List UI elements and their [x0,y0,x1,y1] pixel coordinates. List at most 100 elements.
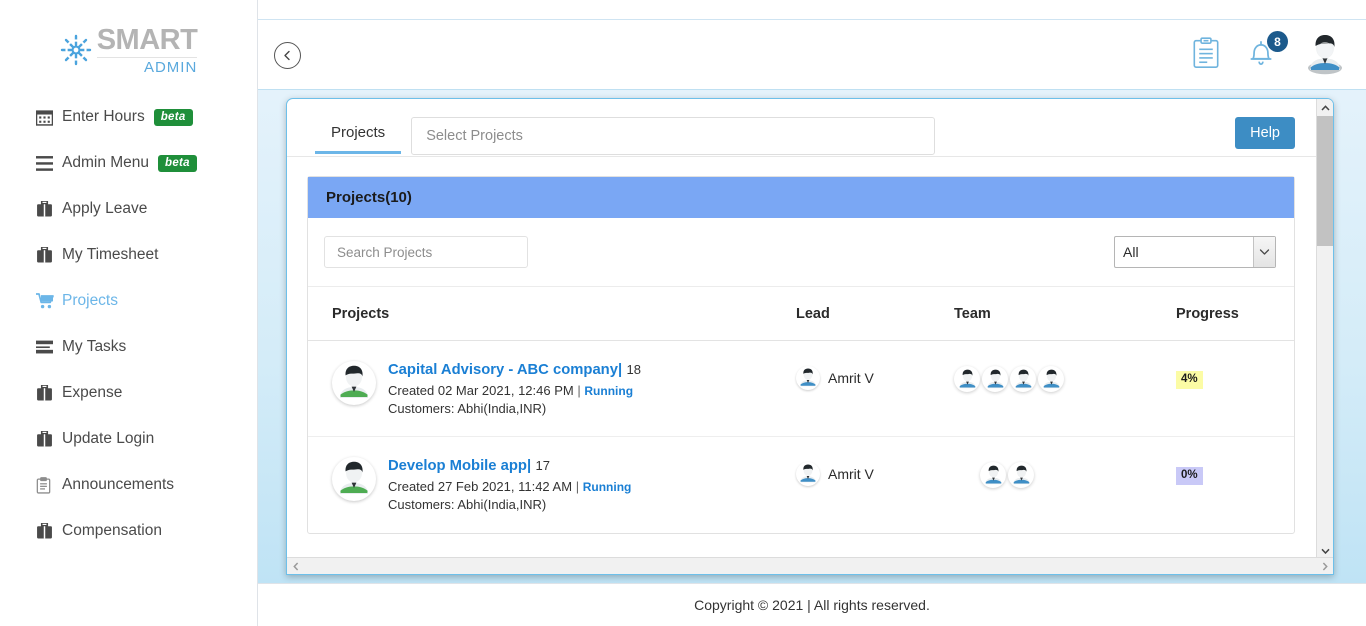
sidebar-item-projects[interactable]: Projects [0,278,257,324]
sidebar-item-label: My Timesheet [62,246,158,264]
sidebar-item-label: Enter Hours [62,108,145,126]
lead-avatar [796,462,820,486]
sidebar-collapse-button[interactable] [274,42,301,69]
sidebar-nav: Enter Hours beta Admin Menu beta [0,94,257,554]
project-customers: Customers: Abhi(India,INR) [388,497,631,512]
notifications-button[interactable]: 8 [1246,38,1276,73]
briefcase-icon [36,247,62,263]
scroll-left-button[interactable] [287,558,304,575]
project-number: 17 [536,458,550,473]
scroll-right-button[interactable] [1316,558,1333,575]
table-header: Projects Lead Team Progress [308,287,1294,341]
table-row[interactable]: Capital Advisory - ABC company| 18 Creat… [308,341,1294,437]
sidebar-item-label: Announcements [62,476,174,494]
project-avatar [332,457,376,501]
app-root: SMART ADMIN Enter Hours beta [0,0,1366,626]
team-member-avatar[interactable] [1038,366,1064,392]
team-member-avatar[interactable] [1010,366,1036,392]
column-header-lead: Lead [796,306,954,322]
clipboard-button[interactable] [1192,37,1220,74]
project-name-link[interactable]: Develop Mobile app| [388,458,531,474]
sidebar-item-label: Compensation [62,522,162,540]
tab-label: Projects [331,124,385,141]
project-customers: Customers: Abhi(India,INR) [388,401,641,416]
team-member-avatar[interactable] [982,366,1008,392]
sidebar-item-my-tasks[interactable]: My Tasks [0,324,257,370]
user-avatar-button[interactable] [1302,31,1348,80]
project-info: Develop Mobile app| 17 Created 27 Feb 20… [388,457,631,512]
help-button[interactable]: Help [1235,117,1295,149]
meta-separator: | [576,479,579,494]
column-header-progress: Progress [1176,306,1266,322]
lead-name: Amrit V [828,466,874,482]
projects-card: Projects(10) All [307,176,1295,534]
sidebar-item-compensation[interactable]: Compensation [0,508,257,554]
menu-lines-icon [36,156,62,171]
user-avatar-icon [956,368,979,391]
progress-cell: 0% [1176,457,1266,485]
user-avatar-icon [1302,31,1348,75]
copyright-text: Copyright © 2021 | All rights reserved. [694,597,930,613]
select-projects-input[interactable] [411,117,935,155]
sidebar-item-expense[interactable]: Expense [0,370,257,416]
lead-name: Amrit V [828,370,874,386]
user-avatar-icon [1040,368,1063,391]
clipboard-icon [36,477,62,494]
table-row[interactable]: Develop Mobile app| 17 Created 27 Feb 20… [308,437,1294,533]
scroll-up-button[interactable] [1317,99,1334,116]
sidebar-item-my-timesheet[interactable]: My Timesheet [0,232,257,278]
chevron-up-icon [1321,105,1330,111]
project-meta: Created 27 Feb 2021, 11:42 AM | Running [388,479,631,494]
user-avatar-icon [334,363,374,403]
user-avatar-icon [797,463,819,485]
sidebar-item-label: Admin Menu [62,154,149,172]
horizontal-scrollbar[interactable] [287,557,1333,574]
vertical-scrollbar[interactable] [1316,99,1333,559]
sidebar-item-update-login[interactable]: Update Login [0,416,257,462]
smart-logo-icon [60,34,92,66]
sidebar-item-label: Update Login [62,430,154,448]
user-avatar-icon [1010,464,1033,487]
card-title: Projects(10) [308,177,1294,218]
team-member-avatar[interactable] [954,366,980,392]
sidebar-item-admin-menu[interactable]: Admin Menu beta [0,140,257,186]
notification-badge: 8 [1267,31,1288,52]
footer: Copyright © 2021 | All rights reserved. [258,583,1366,626]
project-title-line: Develop Mobile app| 17 [388,457,631,475]
beta-badge: beta [158,155,197,172]
search-projects-input[interactable] [324,236,528,268]
meta-separator: | [577,383,580,398]
status-badge: Running [583,480,632,494]
team-member-avatar[interactable] [1008,462,1034,488]
lead-avatar [796,366,820,390]
tab-row: Projects Help [287,99,1333,157]
clipboard-icon [1192,37,1220,69]
scrollbar-thumb[interactable] [1317,116,1334,246]
project-info: Capital Advisory - ABC company| 18 Creat… [388,361,641,416]
content-area: Projects Help Projects(10) All [258,90,1366,583]
status-filter-wrap: All [1114,236,1276,268]
sidebar-item-enter-hours[interactable]: Enter Hours beta [0,94,257,140]
sidebar-item-announcements[interactable]: Announcements [0,462,257,508]
project-name-link[interactable]: Capital Advisory - ABC company| [388,362,622,378]
user-avatar-icon [334,459,374,499]
team-member-avatar[interactable] [980,462,1006,488]
lead-cell: Amrit V [796,361,954,390]
beta-badge: beta [154,109,193,126]
sidebar-item-label: My Tasks [62,338,126,356]
sidebar-item-apply-leave[interactable]: Apply Leave [0,186,257,232]
sidebar-item-label: Expense [62,384,122,402]
user-avatar-icon [797,367,819,389]
tab-projects[interactable]: Projects [315,118,401,153]
project-meta: Created 02 Mar 2021, 12:46 PM | Running [388,383,641,398]
briefcase-icon [36,431,62,447]
status-filter-select[interactable]: All [1114,236,1276,268]
progress-cell: 4% [1176,361,1266,389]
project-created: Created 27 Feb 2021, 11:42 AM [388,479,572,494]
progress-badge: 0% [1176,467,1203,485]
project-avatar [332,361,376,405]
team-cell [954,361,1176,392]
sidebar-item-label: Apply Leave [62,200,147,218]
briefcase-icon [36,523,62,539]
user-avatar-icon [1012,368,1035,391]
